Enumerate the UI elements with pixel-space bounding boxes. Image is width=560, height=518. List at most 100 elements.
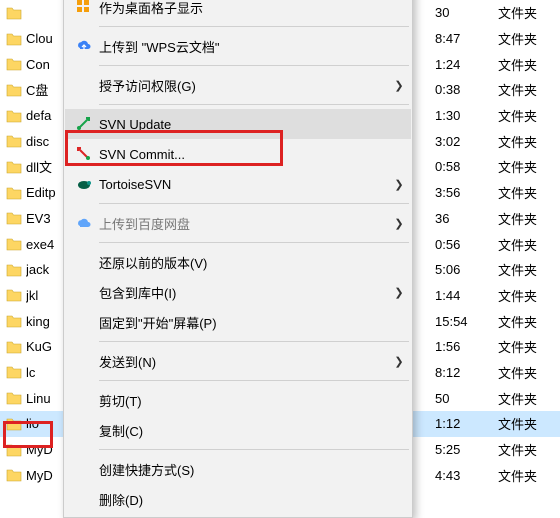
file-type: 文件夹 — [490, 106, 560, 125]
menu-tortoise-svn[interactable]: TortoiseSVN ❯ — [65, 169, 411, 199]
folder-icon — [6, 160, 26, 174]
file-type: 文件夹 — [490, 80, 560, 99]
svn-commit-icon — [71, 144, 97, 164]
file-time: 0:58 — [435, 159, 490, 174]
folder-icon — [6, 83, 26, 97]
menu-label: 作为桌面格子显示 — [99, 0, 405, 17]
menu-svn-commit[interactable]: SVN Commit... — [65, 139, 411, 169]
file-type: 文件夹 — [490, 235, 560, 254]
context-menu: 作为桌面格子显示 上传到 "WPS云文档" 授予访问权限(G) ❯ SVN Up… — [63, 0, 413, 518]
menu-desktop-grid[interactable]: 作为桌面格子显示 — [65, 0, 411, 22]
folder-icon — [6, 417, 26, 431]
blank-icon — [71, 252, 97, 272]
folder-icon — [6, 443, 26, 457]
folder-icon — [6, 468, 26, 482]
file-type: 文件夹 — [490, 363, 560, 382]
file-time: 8:47 — [435, 31, 490, 46]
file-time: 1:24 — [435, 57, 490, 72]
menu-separator — [99, 26, 409, 27]
folder-icon — [6, 263, 26, 277]
folder-icon — [6, 57, 26, 71]
menu-label: SVN Update — [99, 117, 405, 132]
menu-label: 复制(C) — [99, 421, 405, 440]
menu-grant-access[interactable]: 授予访问权限(G) ❯ — [65, 70, 411, 100]
file-time: 3:02 — [435, 134, 490, 149]
folder-icon — [6, 237, 26, 251]
file-type: 文件夹 — [490, 466, 560, 485]
menu-upload-wps[interactable]: 上传到 "WPS云文档" — [65, 31, 411, 61]
menu-label: SVN Commit... — [99, 147, 405, 162]
menu-separator — [99, 341, 409, 342]
file-time: 1:56 — [435, 339, 490, 354]
menu-separator — [99, 65, 409, 66]
file-type: 文件夹 — [490, 414, 560, 433]
menu-label: 剪切(T) — [99, 391, 405, 410]
file-time: 4:43 — [435, 468, 490, 483]
tortoise-icon — [71, 174, 97, 194]
svn-update-icon — [71, 114, 97, 134]
blank-icon — [71, 75, 97, 95]
menu-label: 还原以前的版本(V) — [99, 253, 405, 272]
menu-svn-update[interactable]: SVN Update — [65, 109, 411, 139]
file-time: 5:06 — [435, 262, 490, 277]
cloud-upload-icon — [71, 36, 97, 56]
file-time: 0:38 — [435, 82, 490, 97]
menu-pin-start[interactable]: 固定到"开始"屏幕(P) — [65, 307, 411, 337]
file-time: 0:56 — [435, 237, 490, 252]
chevron-right-icon: ❯ — [393, 79, 405, 92]
file-type: 文件夹 — [490, 3, 560, 22]
file-type: 文件夹 — [490, 132, 560, 151]
menu-include-library[interactable]: 包含到库中(I) ❯ — [65, 277, 411, 307]
blank-icon — [71, 489, 97, 509]
chevron-right-icon: ❯ — [393, 286, 405, 299]
folder-icon — [6, 211, 26, 225]
file-time: 1:30 — [435, 108, 490, 123]
menu-separator — [99, 203, 409, 204]
file-time: 8:12 — [435, 365, 490, 380]
file-type: 文件夹 — [490, 209, 560, 228]
folder-icon — [6, 109, 26, 123]
menu-delete[interactable]: 删除(D) — [65, 484, 411, 514]
blank-icon — [71, 420, 97, 440]
blank-icon — [71, 282, 97, 302]
menu-separator — [99, 380, 409, 381]
file-time: 1:44 — [435, 288, 490, 303]
chevron-right-icon: ❯ — [393, 355, 405, 368]
grid-icon — [71, 0, 97, 17]
file-time: 15:54 — [435, 314, 490, 329]
menu-label: 创建快捷方式(S) — [99, 460, 405, 479]
folder-icon — [6, 186, 26, 200]
menu-label: 上传到百度网盘 — [99, 214, 393, 233]
folder-icon — [6, 288, 26, 302]
menu-label: TortoiseSVN — [99, 177, 393, 192]
file-type: 文件夹 — [490, 440, 560, 459]
file-type: 文件夹 — [490, 312, 560, 331]
blank-icon — [71, 312, 97, 332]
menu-restore-previous[interactable]: 还原以前的版本(V) — [65, 247, 411, 277]
file-type: 文件夹 — [490, 286, 560, 305]
folder-icon — [6, 32, 26, 46]
folder-icon — [6, 391, 26, 405]
menu-label: 固定到"开始"屏幕(P) — [99, 313, 405, 332]
chevron-right-icon: ❯ — [393, 178, 405, 191]
menu-label: 包含到库中(I) — [99, 283, 393, 302]
file-type: 文件夹 — [490, 389, 560, 408]
menu-copy[interactable]: 复制(C) — [65, 415, 411, 445]
menu-create-shortcut[interactable]: 创建快捷方式(S) — [65, 454, 411, 484]
menu-send-to[interactable]: 发送到(N) ❯ — [65, 346, 411, 376]
baidu-cloud-icon — [71, 213, 97, 233]
file-type: 文件夹 — [490, 183, 560, 202]
menu-cut[interactable]: 剪切(T) — [65, 385, 411, 415]
file-time: 3:56 — [435, 185, 490, 200]
chevron-right-icon: ❯ — [393, 217, 405, 230]
blank-icon — [71, 459, 97, 479]
file-time: 50 — [435, 391, 490, 406]
menu-label: 授予访问权限(G) — [99, 76, 393, 95]
menu-label: 删除(D) — [99, 490, 405, 509]
menu-upload-baidu[interactable]: 上传到百度网盘 ❯ — [65, 208, 411, 238]
folder-icon — [6, 6, 26, 20]
folder-icon — [6, 314, 26, 328]
file-time: 5:25 — [435, 442, 490, 457]
file-time: 36 — [435, 211, 490, 226]
menu-separator — [99, 242, 409, 243]
